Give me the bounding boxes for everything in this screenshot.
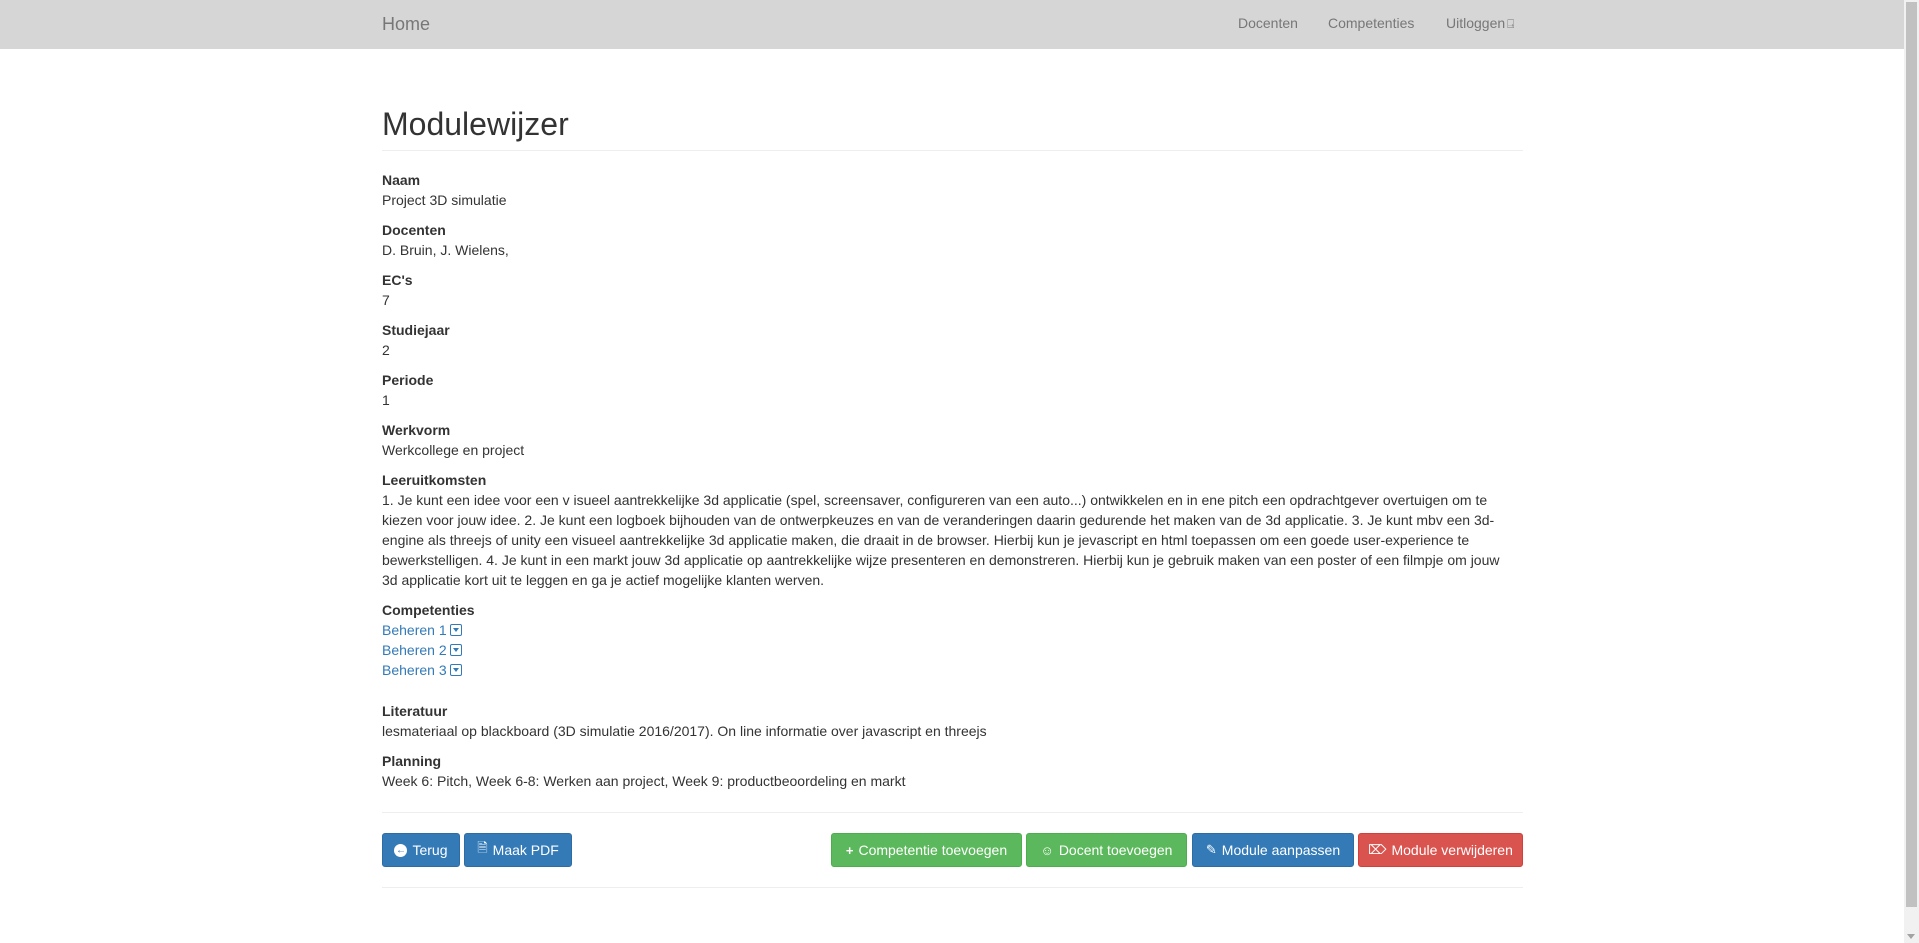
nav-competenties[interactable]: Competenties <box>1328 15 1414 31</box>
actions-divider-top <box>382 812 1523 813</box>
home-link[interactable]: Home <box>382 14 430 35</box>
field-value: Project 3D simulatie <box>382 192 507 208</box>
field-label: Literatuur <box>382 703 448 719</box>
field-leeruitkomsten: Leeruitkomsten 1. Je kunt een idee voor … <box>382 470 1523 590</box>
field-value: 1. Je kunt een idee voor een v isueel aa… <box>382 492 1500 588</box>
field-value: Werkcollege en project <box>382 442 525 458</box>
sign-out-icon: ⍈ <box>1507 17 1515 31</box>
field-label: Werkvorm <box>382 422 451 438</box>
page-title: Modulewijzer <box>382 106 569 142</box>
field-werkvorm: Werkvorm Werkcollege en project <box>382 420 1523 460</box>
caret-square-down-icon[interactable] <box>449 624 462 636</box>
field-label: Competenties <box>382 602 475 618</box>
caret-square-down-icon[interactable] <box>449 644 462 656</box>
competentie-label: Beheren 2 <box>382 642 447 658</box>
module-verwijderen-label: Module verwijderen <box>1391 842 1513 858</box>
field-label: Naam <box>382 172 421 188</box>
field-label: Leeruitkomsten <box>382 472 487 488</box>
actions-divider-bottom <box>382 887 1523 888</box>
field-planning: Planning Week 6: Pitch, Week 6-8: Werken… <box>382 751 1523 791</box>
competentie-toevoegen-button[interactable]: + Competentie toevoegen <box>831 833 1022 867</box>
field-literatuur: Literatuur lesmateriaal op blackboard (3… <box>382 701 1523 741</box>
competentie-label: Beheren 3 <box>382 662 447 678</box>
field-competenties: Competenties Beheren 1 Beheren 2 Beheren… <box>382 600 1523 680</box>
field-label: Docenten <box>382 222 446 238</box>
field-docenten: Docenten D. Bruin, J. Wielens, <box>382 220 1523 260</box>
trash-icon: ⌦ <box>1368 842 1387 857</box>
top-navbar: Home Docenten Competenties Uitloggen ⍈ <box>0 0 1904 49</box>
arrow-circle-left-icon: ← <box>394 843 408 857</box>
file-pdf-icon: 🗎 <box>477 840 488 855</box>
competentie-link-beheren-2[interactable]: Beheren 2 <box>382 640 1523 660</box>
nav-docenten[interactable]: Docenten <box>1238 15 1298 31</box>
caret-square-down-icon[interactable] <box>449 664 462 676</box>
docent-toevoegen-label: Docent toevoegen <box>1058 842 1173 858</box>
field-label: Periode <box>382 372 434 388</box>
field-label: Planning <box>382 753 442 769</box>
title-divider <box>382 150 1523 151</box>
field-label: Studiejaar <box>382 322 450 338</box>
module-aanpassen-label: Module aanpassen <box>1221 842 1341 858</box>
pencil-icon: ✎ <box>1205 842 1217 857</box>
competentie-toevoegen-label: Competentie toevoegen <box>858 842 1008 858</box>
terug-button[interactable]: ← Terug <box>382 833 460 867</box>
pdf-label: Maak PDF <box>492 842 559 858</box>
module-aanpassen-button[interactable]: ✎ Module aanpassen <box>1192 833 1354 867</box>
field-label: EC's <box>382 272 413 288</box>
field-studiejaar: Studiejaar 2 <box>382 320 1523 360</box>
field-ecs: EC's 7 <box>382 270 1523 310</box>
module-verwijderen-button[interactable]: ⌦ Module verwijderen <box>1358 833 1523 867</box>
scrollbar-thumb[interactable] <box>1906 2 1917 907</box>
maak-pdf-button[interactable]: 🗎 Maak PDF <box>464 833 572 867</box>
competentie-link-beheren-3[interactable]: Beheren 3 <box>382 660 1523 680</box>
uitloggen-label: Uitloggen <box>1446 15 1506 31</box>
field-value: 7 <box>382 292 390 308</box>
field-value: Week 6: Pitch, Week 6-8: Werken aan proj… <box>382 773 906 789</box>
terug-label: Terug <box>412 842 448 858</box>
nav-uitloggen[interactable]: Uitloggen ⍈ <box>1446 15 1514 32</box>
competentie-link-beheren-1[interactable]: Beheren 1 <box>382 620 1523 640</box>
docent-toevoegen-button[interactable]: ☺ Docent toevoegen <box>1026 833 1187 867</box>
user-plus-icon: ☺ <box>1040 842 1054 858</box>
field-periode: Periode 1 <box>382 370 1523 410</box>
vertical-scrollbar[interactable] <box>1904 0 1919 943</box>
competentie-label: Beheren 1 <box>382 622 447 638</box>
field-value: 1 <box>382 392 390 408</box>
scroll-down-arrow[interactable] <box>1907 934 1915 939</box>
field-value: D. Bruin, J. Wielens, <box>382 242 509 258</box>
field-naam: Naam Project 3D simulatie <box>382 170 1523 210</box>
plus-icon: + <box>845 842 854 858</box>
field-value: lesmateriaal op blackboard (3D simulatie… <box>382 723 987 739</box>
field-value: 2 <box>382 342 390 358</box>
